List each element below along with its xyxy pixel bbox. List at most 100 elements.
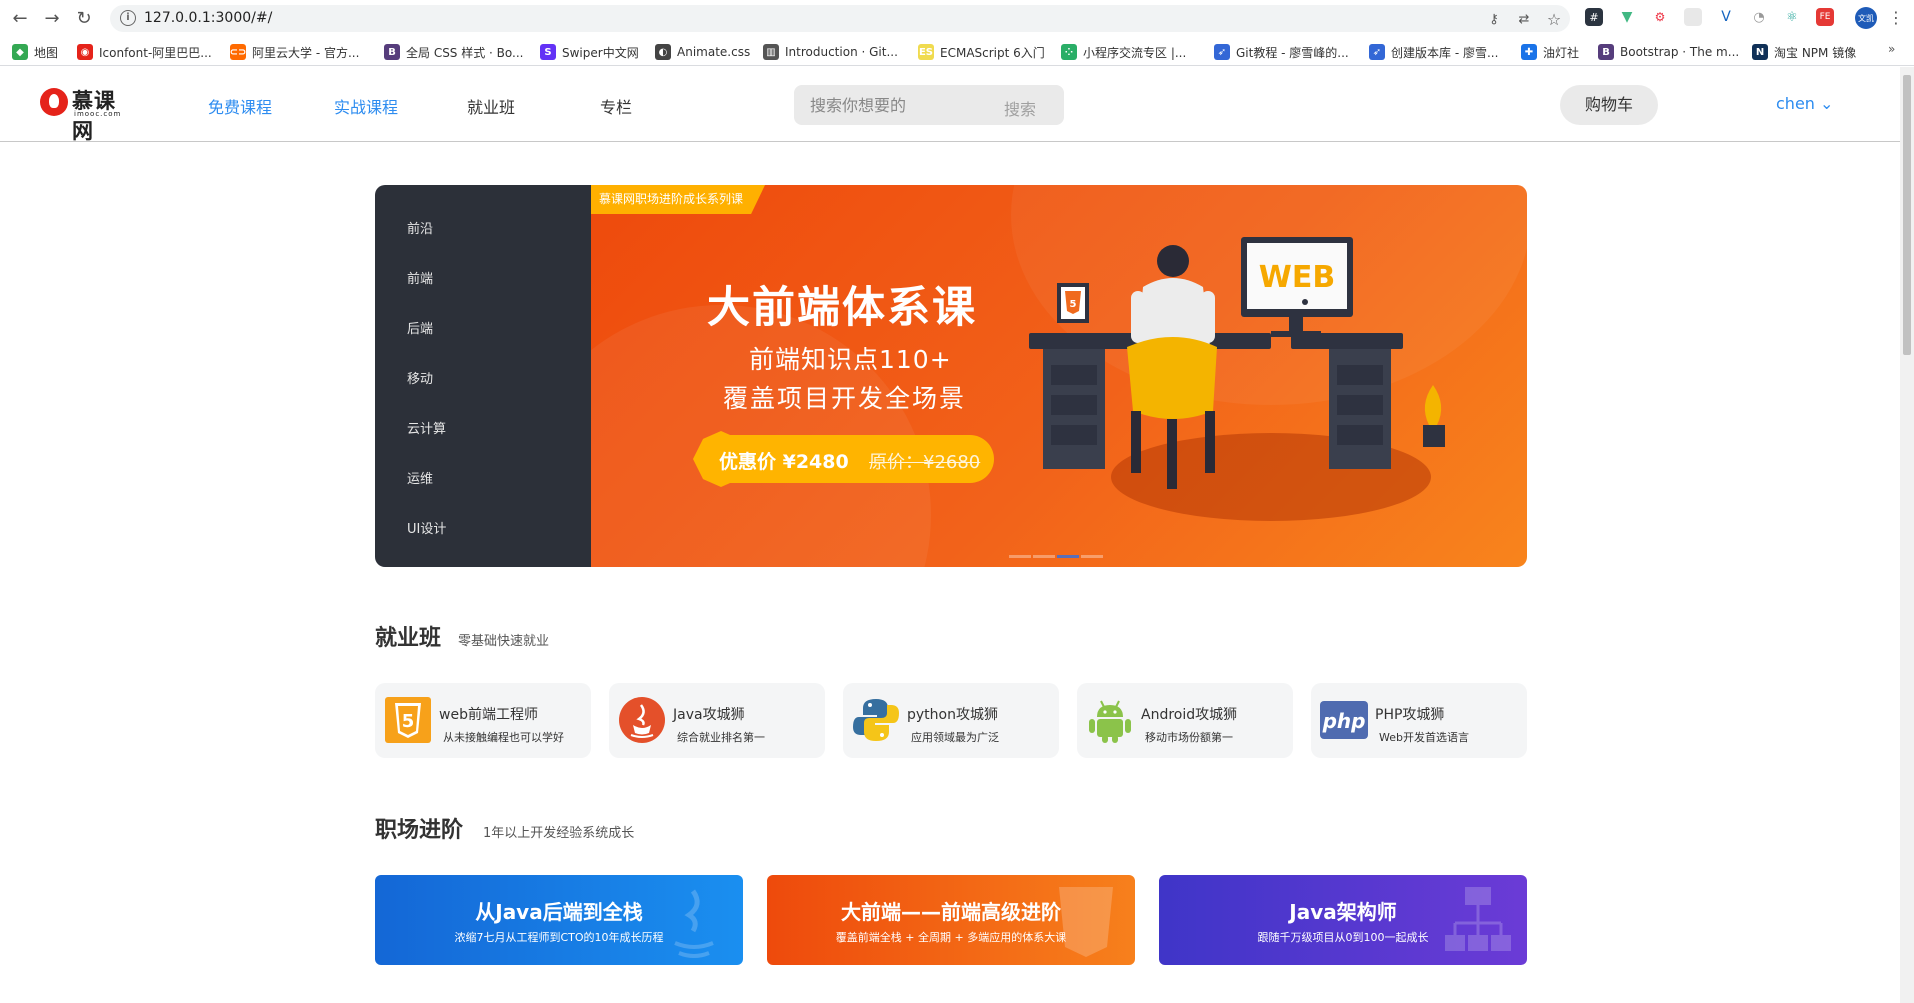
original-price: 原价：¥2680 [869, 452, 981, 473]
address-bar[interactable]: i 127.0.0.1:3000/#/ ⚷ ⇄ ☆ [110, 5, 1570, 32]
employment-card[interactable]: 5 web前端工程师 从未接触编程也可以学好 [375, 683, 591, 758]
bookmark-favicon-icon: ◉ [77, 44, 93, 60]
nav-free-courses[interactable]: 免费课程 [208, 94, 272, 118]
logo-flame-icon [40, 88, 68, 116]
bookmark-label: Swiper中文网 [562, 45, 639, 60]
bookmark-favicon-icon: B [1598, 44, 1614, 60]
category-item[interactable]: 移动 [407, 368, 433, 387]
bookmark-item[interactable]: ◐ Animate.css [655, 43, 750, 61]
bookmark-favicon-icon: ◆ [12, 44, 28, 60]
bookmark-star-icon[interactable]: ☆ [1545, 10, 1563, 29]
bookmark-item[interactable]: ⁘ 小程序交流专区 |... [1061, 43, 1186, 61]
fe-extension-icon[interactable]: FE [1816, 8, 1834, 26]
translate-icon[interactable]: ⇄ [1515, 10, 1533, 28]
nav-employment[interactable]: 就业班 [467, 94, 515, 118]
category-item[interactable]: 前端 [407, 268, 433, 287]
advance-section-title: 职场进阶 [375, 818, 464, 843]
scrollbar-thumb[interactable] [1903, 75, 1911, 355]
banner-subtitle-2: 覆盖项目开发全场景 [723, 384, 967, 413]
svg-text:5: 5 [402, 711, 415, 732]
bookmarks-bar: ◆ 地图 ◉ Iconfont-阿里巴巴... ⊂⊃ 阿里云大学 - 官方... B 全局 C… [0, 36, 1914, 66]
v-extension-icon[interactable]: V [1717, 8, 1735, 26]
cart-button[interactable]: 购物车 [1560, 85, 1658, 125]
carousel-dot[interactable] [1057, 555, 1079, 558]
advance-card[interactable]: 大前端——前端高级进阶覆盖前端全栈 + 全周期 + 多端应用的体系大课 [767, 875, 1135, 965]
bookmarks-overflow-icon[interactable]: » [1888, 42, 1895, 56]
bookmark-favicon-icon: ▥ [763, 44, 779, 60]
employment-section-subtitle: 零基础快速就业 [458, 634, 550, 649]
employment-card[interactable]: python攻城狮 应用领域最为广泛 [843, 683, 1059, 758]
advance-card[interactable]: 从Java后端到全栈 浓缩7七月从工程师到CTO的10年成长历程 [375, 875, 743, 965]
advance-card-desc: 跟随千万级项目从0到100一起成长 [1257, 931, 1429, 944]
bookmark-favicon-icon: ✚ [1521, 44, 1537, 60]
svg-text:5: 5 [1070, 299, 1077, 310]
bookmark-item[interactable]: ⊂⊃ 阿里云大学 - 官方... [230, 43, 359, 61]
carousel-dot[interactable] [1009, 555, 1031, 558]
bookmark-item[interactable]: ✚ 油灯社 [1521, 43, 1579, 61]
bookmark-label: 阿里云大学 - 官方... [252, 45, 360, 60]
android-icon [1085, 695, 1135, 745]
bookmark-label: Animate.css [677, 45, 751, 59]
profile-avatar[interactable]: 文凯 [1855, 7, 1877, 29]
bookmark-item[interactable]: ES ECMAScript 6入门 [918, 43, 1045, 61]
bookmark-label: 创建版本库 - 廖雪... [1391, 45, 1499, 60]
bookmark-label: 油灯社 [1543, 45, 1580, 60]
category-item[interactable]: 云计算 [407, 418, 446, 437]
advance-card-title: 从Java后端到全栈 [475, 900, 643, 924]
employment-card-desc: 应用领域最为广泛 [911, 731, 999, 744]
category-item[interactable]: UI设计 [407, 518, 446, 537]
reload-icon[interactable]: ↻ [72, 6, 96, 30]
employment-card[interactable]: Java攻城狮 综合就业排名第一 [609, 683, 825, 758]
employment-card-name: Android攻城狮 [1141, 707, 1238, 723]
series-ribbon: 慕课网职场进阶成长系列课 [591, 185, 766, 214]
employment-card[interactable]: php PHP攻城狮 Web开发首选语言 [1311, 683, 1527, 758]
employment-section-title: 就业班 [375, 626, 442, 651]
employment-card-desc: 移动市场份额第一 [1145, 731, 1233, 744]
site-info-icon[interactable]: i [120, 10, 136, 26]
bookmark-item[interactable]: B Bootstrap · The m... [1598, 43, 1739, 61]
bookmark-item[interactable]: ➶ 创建版本库 - 廖雪... [1369, 43, 1498, 61]
advance-card-title: 大前端——前端高级进阶 [841, 900, 1061, 924]
bookmark-favicon-icon: ➶ [1369, 44, 1385, 60]
advance-card-desc: 覆盖前端全栈 + 全周期 + 多端应用的体系大课 [835, 931, 1067, 944]
category-item[interactable]: 后端 [407, 318, 433, 337]
advance-card[interactable]: Java架构师 跟随千万级项目从0到100一起成长 [1159, 875, 1527, 965]
carousel-slide[interactable]: 慕课网职场进阶成长系列课 大前端体系课 前端知识点110+ 覆盖项目开发全场景 … [591, 185, 1527, 567]
price-pill[interactable]: 优惠价 ¥2480 原价：¥2680 [693, 431, 994, 487]
bookmark-item[interactable]: ➶ Git教程 - 廖雪峰的... [1214, 43, 1349, 61]
python-icon [851, 695, 901, 745]
search-button[interactable]: 搜索 [1004, 96, 1036, 120]
key-icon[interactable]: ⚷ [1485, 10, 1503, 28]
menu-dots-icon[interactable]: ⋮ [1888, 8, 1904, 27]
nav-column[interactable]: 专栏 [600, 94, 632, 118]
vue-devtools-icon[interactable]: ▼ [1618, 8, 1636, 26]
search-input[interactable] [810, 96, 990, 115]
timer-extension-icon[interactable]: ◔ [1750, 8, 1768, 26]
employment-card[interactable]: Android攻城狮 移动市场份额第一 [1077, 683, 1293, 758]
bookmark-label: Introduction · Git... [785, 45, 898, 59]
bookmark-item[interactable]: B 全局 CSS 样式 · Bo... [384, 43, 524, 61]
hash-extension-icon[interactable]: # [1585, 8, 1603, 26]
advance-section-subtitle: 1年以上开发经验系统成长 [483, 826, 635, 841]
extension-icon[interactable]: ⚙ [1651, 8, 1669, 26]
carousel-dot[interactable] [1033, 555, 1055, 558]
extension-blank-icon[interactable] [1684, 8, 1702, 26]
bookmark-item[interactable]: ▥ Introduction · Git... [763, 43, 898, 61]
nav-practical-courses[interactable]: 实战课程 [334, 94, 398, 118]
react-extension-icon[interactable]: ⚛ [1783, 8, 1801, 26]
html5-icon: 5 [383, 695, 433, 745]
category-item[interactable]: 前沿 [407, 218, 433, 237]
category-item[interactable]: 运维 [407, 468, 433, 487]
bookmark-item[interactable]: N 淘宝 NPM 镜像 [1752, 43, 1856, 61]
page-scrollbar[interactable] [1900, 67, 1914, 1003]
address-url[interactable]: 127.0.0.1:3000/#/ [144, 10, 272, 26]
user-menu[interactable]: chen ⌄ [1776, 94, 1833, 113]
bookmark-item[interactable]: ◆ 地图 [12, 43, 58, 61]
imooc-logo[interactable]: 慕课网 imooc.com [40, 85, 136, 143]
bookmark-favicon-icon: ⊂⊃ [230, 44, 246, 60]
back-icon[interactable]: ← [8, 6, 32, 30]
bookmark-item[interactable]: S Swiper中文网 [540, 43, 639, 61]
bookmark-item[interactable]: ◉ Iconfont-阿里巴巴... [77, 43, 212, 61]
forward-icon[interactable]: → [40, 6, 64, 30]
carousel-dot[interactable] [1081, 555, 1103, 558]
